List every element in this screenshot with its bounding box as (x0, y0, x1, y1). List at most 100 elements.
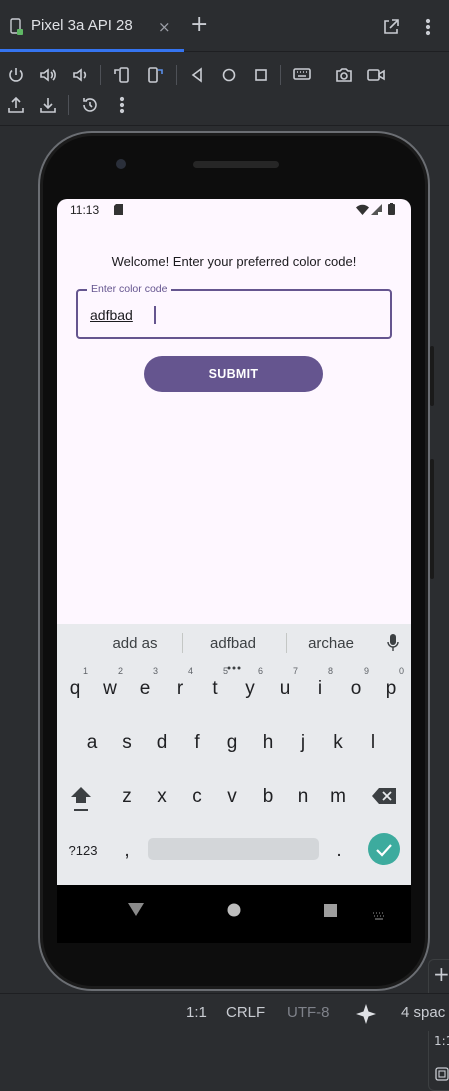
device-viewport: 11:13 Welcome! Enter your preferred colo… (0, 127, 449, 1091)
key-hint: 1 (83, 666, 89, 676)
file-encoding[interactable]: UTF-8 (287, 1004, 330, 1021)
add-tab-button[interactable]: + (190, 12, 208, 37)
submit-button[interactable]: SUBMIT (144, 356, 323, 392)
toolbar-separator (280, 65, 281, 85)
key-v[interactable]: v (216, 774, 248, 820)
key-h[interactable]: h (252, 720, 284, 766)
more-vertical-icon[interactable] (112, 95, 132, 115)
key-n[interactable]: n (287, 774, 319, 820)
symbols-key[interactable]: ?123 (63, 828, 103, 874)
keyboard-icon[interactable] (292, 65, 312, 85)
device-icon (10, 18, 24, 36)
period-key[interactable]: . (323, 828, 355, 874)
key-c[interactable]: c (181, 774, 213, 820)
close-icon[interactable]: × (158, 18, 171, 36)
volume-side-button (430, 459, 434, 579)
nav-back-icon[interactable] (128, 902, 144, 921)
ide-status-bar: 1:1 CRLF UTF-8 4 spac (0, 993, 449, 1031)
suggestion-strip: add as adfbad archae (57, 624, 411, 670)
toolbar-separator (68, 95, 69, 115)
suggestion-item[interactable]: add as (85, 635, 185, 652)
signal-icon (371, 204, 382, 218)
key-a[interactable]: a (76, 720, 108, 766)
comma-key[interactable]: , (111, 828, 143, 874)
key-j[interactable]: j (287, 720, 319, 766)
more-icon[interactable] (418, 17, 438, 37)
device-screen: 11:13 Welcome! Enter your preferred colo… (57, 199, 411, 885)
active-tab-indicator (0, 49, 184, 52)
key-hint: 5 (223, 666, 229, 676)
suggestion-item[interactable]: archae (281, 635, 381, 652)
volume-down-icon[interactable] (70, 65, 90, 85)
camera-icon[interactable] (334, 65, 354, 85)
space-key[interactable] (148, 838, 319, 860)
android-nav-bar (57, 885, 411, 943)
power-icon[interactable] (6, 65, 26, 85)
key-m[interactable]: m (322, 774, 354, 820)
battery-icon (388, 203, 395, 218)
earpiece-speaker (193, 161, 279, 168)
ai-assistant-icon[interactable] (356, 1004, 376, 1028)
key-b[interactable]: b (252, 774, 284, 820)
volume-up-icon[interactable] (38, 65, 58, 85)
cursor-position[interactable]: 1:1 (186, 1004, 207, 1021)
toolbar-separator (100, 65, 101, 85)
suggestion-item[interactable]: adfbad (183, 635, 283, 652)
key-z[interactable]: z (111, 774, 143, 820)
key-x[interactable]: x (146, 774, 178, 820)
soft-keyboard: add as adfbad archae q 1 w 2 e 3 r 4 t 5… (57, 624, 411, 885)
line-separator[interactable]: CRLF (226, 1004, 265, 1021)
import-icon[interactable] (38, 95, 58, 115)
key-s[interactable]: s (111, 720, 143, 766)
key-k[interactable]: k (322, 720, 354, 766)
back-icon[interactable] (187, 65, 207, 85)
key-hint: 6 (258, 666, 264, 676)
key-hint: 2 (118, 666, 124, 676)
android-status-bar: 11:13 (57, 199, 411, 221)
key-hint: 7 (293, 666, 299, 676)
phone-frame: 11:13 Welcome! Enter your preferred colo… (38, 131, 430, 991)
color-code-field[interactable]: Enter color code (76, 283, 392, 339)
backspace-icon[interactable] (372, 788, 396, 808)
enter-key[interactable] (368, 833, 400, 865)
status-clock: 11:13 (70, 203, 100, 217)
zoom-in-button[interactable]: + (433, 962, 449, 986)
nav-overview-icon[interactable] (324, 902, 337, 921)
snapshot-history-icon[interactable] (80, 95, 100, 115)
color-code-input[interactable] (90, 305, 370, 325)
nav-keyboard-icon[interactable] (372, 905, 386, 924)
editor-tab-bar: Pixel 3a API 28 × + (0, 0, 449, 52)
key-hint: 9 (364, 666, 370, 676)
external-window-icon[interactable] (381, 17, 401, 37)
export-icon[interactable] (6, 95, 26, 115)
welcome-text: Welcome! Enter your preferred color code… (111, 254, 357, 269)
shift-icon[interactable] (70, 785, 92, 817)
power-side-button (430, 346, 434, 406)
wifi-icon (356, 204, 369, 218)
rotate-left-icon[interactable] (112, 65, 132, 85)
key-g[interactable]: g (216, 720, 248, 766)
video-icon[interactable] (366, 65, 386, 85)
tab-pixel-3a[interactable]: Pixel 3a API 28 × (0, 0, 184, 52)
key-f[interactable]: f (181, 720, 213, 766)
overview-icon[interactable] (251, 65, 271, 85)
text-cursor (154, 306, 156, 324)
rotate-right-icon[interactable] (145, 65, 165, 85)
check-icon (376, 842, 392, 861)
microphone-icon[interactable] (387, 634, 399, 656)
key-hint: 0 (399, 666, 405, 676)
indent-setting[interactable]: 4 spac (401, 1004, 445, 1021)
nav-home-icon[interactable] (227, 902, 241, 921)
sd-card-icon (114, 204, 123, 218)
key-hint: 3 (153, 666, 159, 676)
key-hint: 4 (188, 666, 194, 676)
key-d[interactable]: d (146, 720, 178, 766)
emulator-toolbar (0, 54, 449, 126)
zoom-ratio[interactable]: 1:1 (434, 1034, 449, 1048)
key-l[interactable]: l (357, 720, 389, 766)
front-camera (116, 159, 126, 169)
tab-title: Pixel 3a API 28 (31, 17, 133, 34)
home-icon[interactable] (219, 65, 239, 85)
fit-screen-icon[interactable] (435, 1066, 449, 1085)
field-label: Enter color code (87, 283, 172, 295)
